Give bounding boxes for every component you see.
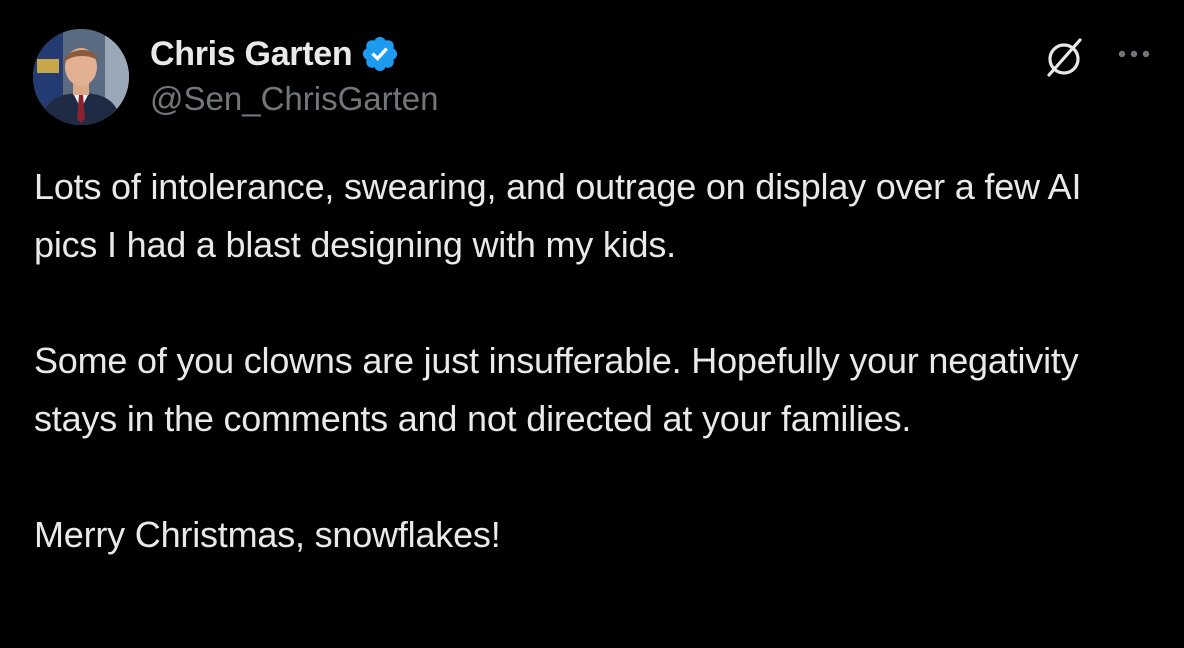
tweet-text: Lots of intolerance, swearing, and outra… [34, 158, 1154, 564]
tweet-paragraph: Merry Christmas, snowflakes! [34, 514, 501, 555]
display-name[interactable]: Chris Garten [150, 35, 353, 74]
handle[interactable]: @Sen_ChrisGarten [150, 80, 438, 118]
tweet-paragraph: Some of you clowns are just insufferable… [34, 340, 1079, 439]
avatar-image [33, 29, 129, 125]
verified-badge-icon[interactable] [360, 34, 400, 74]
grok-slash-circle-icon[interactable] [1040, 33, 1088, 81]
avatar[interactable] [33, 29, 129, 125]
author-block: Chris Garten @Sen_ChrisGarten [150, 30, 438, 118]
tweet: Chris Garten @Sen_ChrisGarten Lots of in… [0, 0, 1184, 648]
tweet-paragraph: Lots of intolerance, swearing, and outra… [34, 166, 1082, 265]
more-options-icon[interactable] [1110, 36, 1158, 72]
name-row: Chris Garten [150, 30, 438, 78]
